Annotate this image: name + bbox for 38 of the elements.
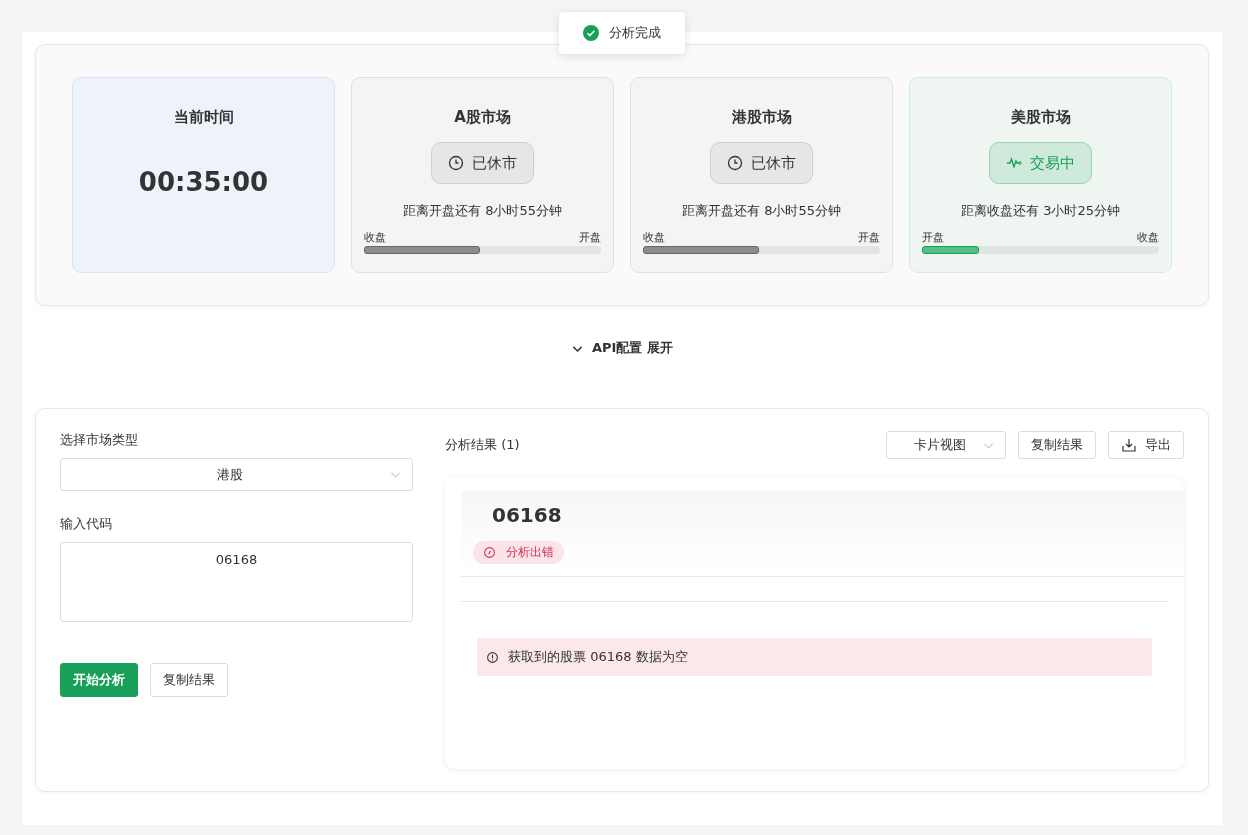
field-label: 输入代码: [60, 515, 113, 533]
results-title: 分析结果 (1): [445, 436, 520, 454]
progress-label: 开盘: [858, 230, 880, 245]
status-tag: 分析出错: [473, 541, 564, 564]
view-select[interactable]: 卡片视图: [886, 431, 1006, 459]
check-circle-icon: [583, 25, 599, 41]
current-time: 00:35:00: [138, 167, 269, 197]
api-config-toggle[interactable]: API配置 展开: [565, 338, 679, 358]
status-badge: 已休市: [710, 142, 813, 184]
download-icon: [1121, 437, 1137, 453]
toast-text: 分析完成: [609, 24, 661, 42]
progress-label: 收盘: [643, 230, 665, 245]
copy-result-button[interactable]: 复制结果: [150, 663, 228, 697]
pulse-icon: [1006, 155, 1022, 171]
gauge-icon: [483, 546, 496, 559]
market-select[interactable]: 港股: [60, 458, 413, 491]
countdown-text: 距离开盘还有 8小时55分钟: [403, 202, 562, 220]
exclamation-circle-icon: [486, 650, 499, 664]
field-label: 选择市场类型: [60, 431, 139, 449]
countdown-text: 距离收盘还有 3小时25分钟: [961, 202, 1120, 220]
progress-label: 开盘: [922, 230, 944, 245]
card-title: 美股市场: [1010, 108, 1071, 127]
clock-icon: [727, 155, 743, 171]
clock-icon: [448, 155, 464, 171]
stock-code: 06168: [492, 503, 563, 527]
alert-message: 获取到的股票 06168 数据为空: [508, 648, 688, 666]
progress-label: 收盘: [364, 230, 386, 245]
card-title: 当前时间: [173, 108, 234, 127]
code-input[interactable]: 06168: [60, 542, 413, 622]
status-badge: 已休市: [431, 142, 534, 184]
card-title: A股市场: [454, 108, 511, 127]
progress-label: 开盘: [579, 230, 601, 245]
status-badge: 交易中: [989, 142, 1092, 184]
export-button[interactable]: 导出: [1108, 431, 1184, 459]
countdown-text: 距离开盘还有 8小时55分钟: [682, 202, 841, 220]
progress-label: 收盘: [1137, 230, 1159, 245]
card-title: 港股市场: [731, 108, 792, 127]
copy-result-button[interactable]: 复制结果: [1018, 431, 1096, 459]
